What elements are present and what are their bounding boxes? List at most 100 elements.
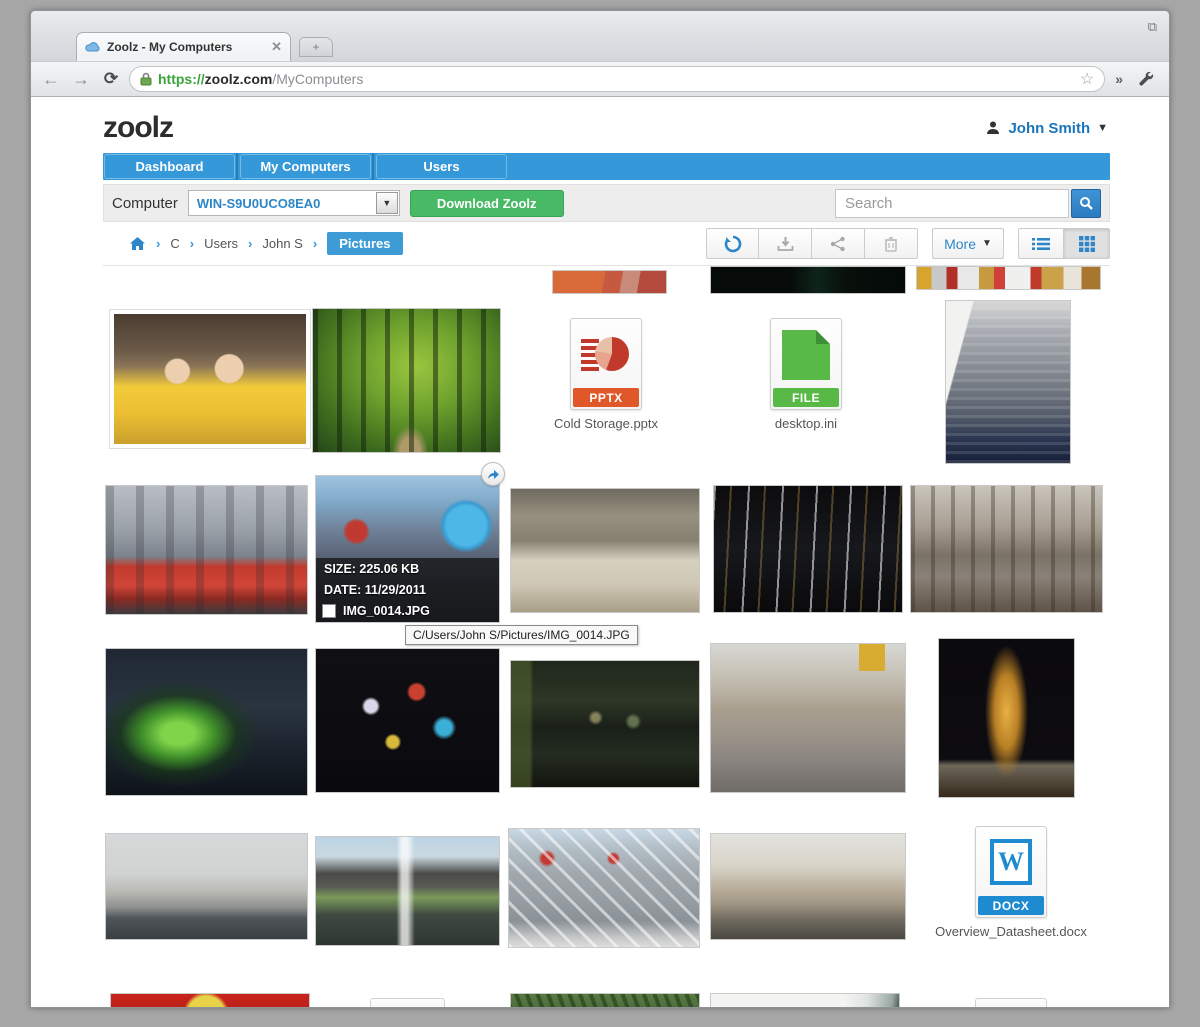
user-icon — [985, 120, 1001, 136]
padlock-icon — [140, 72, 152, 86]
docx-badge: DOCX — [978, 896, 1044, 915]
thumbnail-times-square-night-photo[interactable] — [315, 648, 500, 793]
thumbnail-kids-photo[interactable] — [110, 310, 310, 448]
thumbnail-paris-street-photo[interactable] — [710, 643, 906, 793]
user-name: John Smith — [1008, 120, 1090, 137]
file-icon-docx[interactable]: W DOCX — [975, 826, 1047, 918]
nav-tab-users[interactable]: Users — [376, 154, 507, 179]
preview-badge[interactable] — [481, 462, 505, 486]
thumbnail-christmas-tree-photo[interactable] — [105, 648, 308, 796]
thumbnail-photo-partial-bottom[interactable] — [110, 993, 310, 1007]
file-grid: PPTX Cold Storage.pptx FILE desktop.ini … — [103, 266, 1110, 1007]
thumbnail-forest-photo[interactable] — [312, 308, 501, 453]
browser-tab-strip: Zoolz - My Computers ✕ + ⧉ — [31, 11, 1169, 61]
thumbnail-light-streaks-photo[interactable] — [713, 485, 903, 613]
address-bar[interactable]: https://zoolz.com/MyComputers ☆ — [129, 66, 1105, 92]
thumbnail-waterfront-photo[interactable] — [105, 833, 308, 940]
pptx-badge: PPTX — [573, 388, 639, 407]
search-icon — [1079, 196, 1094, 211]
crumb-john-s[interactable]: John S — [262, 236, 302, 251]
select-checkbox[interactable] — [322, 604, 336, 618]
overflow-chevrons-icon[interactable]: » — [1111, 71, 1125, 87]
view-toggle-group — [1018, 228, 1110, 259]
refresh-icon — [724, 235, 742, 253]
docx-art: W — [976, 827, 1046, 896]
window-restore-icon[interactable]: ⧉ — [1148, 19, 1157, 35]
thumbnail-pompidou-photo[interactable] — [508, 828, 700, 948]
pptx-pie-icon — [595, 337, 629, 371]
thumbnail-winter-painting[interactable] — [510, 488, 700, 613]
wrench-menu-icon[interactable] — [1131, 67, 1161, 91]
file-label-pptx[interactable]: Cold Storage.pptx — [523, 416, 689, 431]
breadcrumb-toolbar: › C › Users › John S › Pictures — [103, 222, 1110, 266]
file-label-ini[interactable]: desktop.ini — [723, 416, 889, 431]
thumbnail-fountain-photo[interactable] — [315, 836, 500, 946]
crumb-pictures-current[interactable]: Pictures — [327, 232, 402, 255]
search-button[interactable] — [1071, 189, 1101, 218]
browser-tab[interactable]: Zoolz - My Computers ✕ — [76, 32, 291, 61]
file-sheet-icon — [782, 330, 830, 380]
thumbnail-photo-partial-top[interactable] — [916, 266, 1101, 290]
thumbnail-red-bus-photo[interactable] — [105, 485, 308, 615]
file-icon-partial-bottom[interactable] — [975, 998, 1047, 1007]
tab-title: Zoolz - My Computers — [107, 40, 265, 54]
site-header: zoolz John Smith ▼ — [103, 97, 1110, 153]
home-icon[interactable] — [129, 236, 146, 251]
grid-view-button[interactable] — [1064, 228, 1110, 259]
refresh-button[interactable] — [706, 228, 759, 259]
new-tab-button[interactable]: + — [299, 37, 333, 57]
thumbnail-lake-night-photo[interactable] — [510, 660, 700, 788]
page-viewport: zoolz John Smith ▼ Dashboard My Computer… — [31, 97, 1169, 1007]
file-icon-pptx[interactable]: PPTX — [570, 318, 642, 410]
file-icon-ini[interactable]: FILE — [770, 318, 842, 410]
computer-select[interactable]: WIN-S9U0UCO8EA0 ▼ — [188, 190, 400, 216]
trash-icon — [884, 236, 898, 252]
crumb-c[interactable]: C — [170, 236, 179, 251]
user-menu[interactable]: John Smith ▼ — [985, 120, 1108, 137]
forward-button[interactable]: → — [69, 69, 93, 90]
hover-info-overlay: SIZE: 225.06 KB DATE: 11/29/2011 IMG_001… — [316, 558, 499, 622]
nav-tab-dashboard[interactable]: Dashboard — [104, 154, 235, 179]
computer-control-bar: Computer WIN-S9U0UCO8EA0 ▼ Download Zool… — [103, 184, 1110, 222]
thumbnail-photo-partial-top[interactable] — [710, 266, 906, 294]
bookmark-star-icon[interactable]: ☆ — [1080, 69, 1094, 89]
share-arrow-icon — [487, 469, 500, 480]
close-tab-icon[interactable]: ✕ — [271, 39, 282, 55]
path-tooltip: C/Users/John S/Pictures/IMG_0014.JPG — [405, 625, 638, 645]
download-button[interactable] — [759, 228, 812, 259]
thumbnail-eiffel-tower-photo[interactable] — [938, 638, 1075, 798]
nav-separator — [236, 153, 238, 180]
thumbnail-photo-partial-bottom[interactable] — [710, 993, 900, 1007]
thumbnail-park-path-photo[interactable] — [910, 485, 1103, 613]
download-zoolz-button[interactable]: Download Zoolz — [410, 190, 564, 217]
crumb-users[interactable]: Users — [204, 236, 238, 251]
nav-separator — [372, 153, 374, 180]
thumbnail-img-0014-hovered[interactable]: SIZE: 225.06 KB DATE: 11/29/2011 IMG_001… — [315, 475, 500, 623]
crumb-separator: › — [313, 236, 317, 251]
pptx-art — [571, 319, 641, 388]
file-label-docx[interactable]: Overview_Datasheet.docx — [903, 924, 1110, 939]
more-button[interactable]: More ▼ — [932, 228, 1004, 259]
crumb-separator: › — [156, 236, 160, 251]
search-area — [835, 189, 1101, 218]
hover-date: DATE: 11/29/2011 — [324, 583, 491, 597]
reload-button[interactable]: ⟳ — [99, 69, 123, 89]
delete-button[interactable] — [865, 228, 918, 259]
url-host: zoolz.com — [205, 71, 273, 87]
breadcrumb: › C › Users › John S › Pictures — [103, 232, 403, 255]
thumbnail-photo-partial-top[interactable] — [552, 270, 667, 294]
nav-tab-my-computers[interactable]: My Computers — [240, 154, 371, 179]
file-icon-partial-bottom[interactable] — [370, 998, 445, 1007]
thumbnail-photo-partial-bottom[interactable] — [510, 993, 700, 1007]
share-button[interactable] — [812, 228, 865, 259]
back-button[interactable]: ← — [39, 69, 63, 90]
hover-size: SIZE: 225.06 KB — [324, 562, 491, 576]
search-input[interactable] — [835, 189, 1069, 218]
browser-toolbar: ← → ⟳ https://zoolz.com/MyComputers ☆ » — [31, 61, 1169, 97]
docx-w-icon: W — [990, 839, 1032, 885]
file-actions-group — [706, 228, 918, 259]
zoolz-logo: zoolz — [103, 111, 173, 145]
thumbnail-riverside-photo[interactable] — [710, 833, 906, 940]
thumbnail-skyscraper-photo[interactable] — [945, 300, 1071, 464]
list-view-button[interactable] — [1018, 228, 1064, 259]
